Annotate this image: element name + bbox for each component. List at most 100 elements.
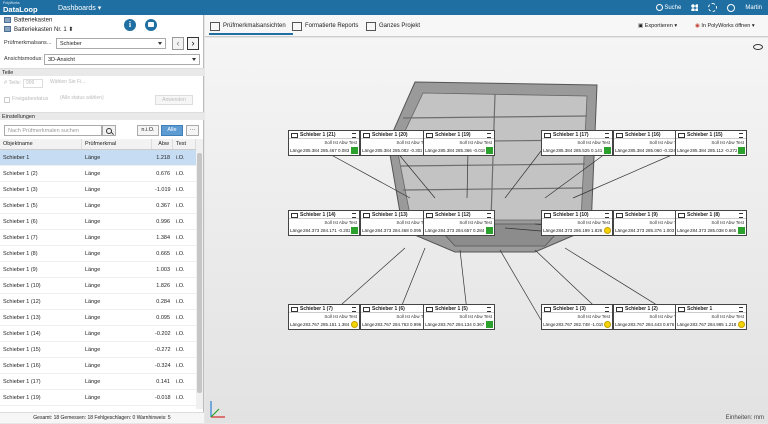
- measurement-callout[interactable]: Schieber 1 (21) Soll Ist Abw Test Länge 285…: [288, 130, 360, 156]
- user-name[interactable]: Martin: [745, 5, 762, 11]
- feature-view-select[interactable]: Schieber: [56, 38, 166, 49]
- release-status-checkbox[interactable]: [4, 97, 10, 103]
- callout-title: Schieber 1 (14): [289, 211, 359, 219]
- search-icon[interactable]: [102, 125, 116, 136]
- table-row[interactable]: Schieber 1 (10) Länge 1.826 i.O.: [0, 278, 196, 294]
- table-row[interactable]: Schieber 1 Länge 1.218 i.O.: [0, 150, 196, 166]
- cell-abw: -0.324: [155, 363, 171, 369]
- table-row[interactable]: Schieber 1 (5) Länge 0.367 i.O.: [0, 198, 196, 214]
- dashboards-menu[interactable]: Dashboards ▾: [58, 4, 101, 12]
- measurement-callout[interactable]: Schieber 1 (10) Soll Ist Abw Test Länge 284…: [541, 210, 613, 236]
- measurement-callout[interactable]: Schieber 1 (19) Soll Ist Abw Test Länge 285…: [423, 130, 495, 156]
- project-name-row: Batteriekasten: [4, 17, 52, 24]
- table-row[interactable]: Schieber 1 (7) Länge 1.384 i.O.: [0, 230, 196, 246]
- table-row[interactable]: Schieber 1 (8) Länge 0.665 i.O.: [0, 246, 196, 262]
- col-objektname[interactable]: Objektname: [0, 139, 82, 149]
- measurement-callout[interactable]: Schieber 1 (7) Soll Ist Abw Test Länge 283.…: [288, 304, 360, 330]
- apply-button[interactable]: Anwenden: [155, 95, 193, 105]
- measurement-callout[interactable]: Schieber 1 (13) Soll Ist Abw Test Länge 284…: [360, 210, 432, 236]
- teile-section-header[interactable]: Teile: [0, 68, 204, 76]
- callout-values: 284.373 284.171 -0.202: [303, 228, 350, 233]
- status-indicator-icon: [351, 147, 358, 154]
- cell-objektname: Schieber 1 (13): [3, 315, 41, 321]
- cell-objektname: Schieber 1 (2): [3, 171, 38, 177]
- callout-row-label: Länge: [362, 322, 375, 327]
- info-icon[interactable]: i: [124, 19, 136, 31]
- callout-column-header: Soll Ist Abw Test: [324, 140, 357, 145]
- parts-count-input[interactable]: 999: [23, 79, 43, 88]
- measurement-callout[interactable]: Schieber 1 (8) Soll Ist Abw Test Länge 284.…: [675, 210, 747, 236]
- callout-values: 284.373 285.376 1.003: [628, 228, 675, 233]
- table-row[interactable]: Schieber 1 (17) Länge 0.141 i.O.: [0, 374, 196, 390]
- 3d-viewport[interactable]: Schieber 1 (21) Soll Ist Abw Test Länge 285…: [205, 38, 768, 423]
- table-row[interactable]: Schieber 1 (16) Länge -0.324 i.O.: [0, 358, 196, 374]
- table-row[interactable]: Schieber 1 (12) Länge 0.284 i.O.: [0, 294, 196, 310]
- settings-section-header[interactable]: Einstellungen: [0, 112, 204, 120]
- col-pruefmerkmal[interactable]: Prüfmerkmal: [82, 139, 152, 149]
- table-row[interactable]: Schieber 1 (9) Länge 1.003 i.O.: [0, 262, 196, 278]
- status-select[interactable]: (Alle status wählen): [58, 95, 128, 104]
- table-row[interactable]: Schieber 1 (6) Länge 0.996 i.O.: [0, 214, 196, 230]
- measurement-callout[interactable]: Schieber 1 (5) Soll Ist Abw Test Länge 283.…: [423, 304, 495, 330]
- feature-view-icon: [210, 22, 220, 31]
- export-button[interactable]: ▣ Exportieren ▾: [638, 19, 677, 33]
- col-test[interactable]: Test: [173, 139, 196, 149]
- cell-objektname: Schieber 1 (12): [3, 299, 41, 305]
- callout-values: 283.767 284.985 1.218: [690, 322, 737, 327]
- user-icon[interactable]: [727, 3, 736, 12]
- tab-feature-views[interactable]: Prüfmerkmalsansichten: [209, 18, 293, 35]
- table-row[interactable]: Schieber 1 (3) Länge -1.019 i.O.: [0, 182, 196, 198]
- piece-select[interactable]: Batteriekasten Nr. 1 ⬍: [4, 26, 73, 33]
- callout-column-header: Soll Ist Abw Test: [711, 140, 744, 145]
- cell-test: i.O.: [176, 155, 185, 161]
- measurement-callout[interactable]: Schieber 1 Soll Ist Abw Test Länge 283.767 …: [675, 304, 747, 330]
- status-indicator-icon: [604, 147, 611, 154]
- table-row[interactable]: Schieber 1 (14) Länge -0.202 i.O.: [0, 326, 196, 342]
- chat-icon[interactable]: [145, 19, 157, 31]
- parts-count-label: # Teile:: [4, 80, 22, 86]
- filter-all-button[interactable]: Alle: [161, 125, 183, 136]
- callout-values: 283.767 284.763 0.996: [375, 322, 422, 327]
- measurement-callout[interactable]: Schieber 1 (3) Soll Ist Abw Test Länge 283.…: [541, 304, 613, 330]
- scrollbar-thumb[interactable]: [197, 153, 202, 393]
- measurement-callout[interactable]: Schieber 1 (15) Soll Ist Abw Test Länge 285…: [675, 130, 747, 156]
- table-scrollbar[interactable]: [196, 139, 203, 409]
- search-button[interactable]: Suche: [655, 3, 681, 11]
- view-mode-select[interactable]: 3D-Ansicht: [44, 54, 200, 65]
- col-abw[interactable]: Abw: [152, 139, 173, 149]
- callout-row-label: Länge: [425, 228, 438, 233]
- eye-icon[interactable]: [753, 44, 763, 50]
- more-options-button[interactable]: ···: [186, 125, 199, 136]
- measurement-callout[interactable]: Schieber 1 (6) Soll Ist Abw Test Länge 283.…: [360, 304, 432, 330]
- measurement-callout[interactable]: Schieber 1 (14) Soll Ist Abw Test Länge 284…: [288, 210, 360, 236]
- measurement-callout[interactable]: Schieber 1 (17) Soll Ist Abw Test Länge 285…: [541, 130, 613, 156]
- feature-search-input[interactable]: Nach Prüfmerkmalen suchen: [4, 125, 102, 136]
- filter-nio-button[interactable]: n.i.O.: [137, 125, 159, 136]
- share-icon[interactable]: [691, 4, 699, 11]
- callout-value-row: Länge 284.373 284.468 0.095: [361, 226, 431, 235]
- table-row[interactable]: Schieber 1 (13) Länge 0.095 i.O.: [0, 310, 196, 326]
- cell-abw: 0.367: [156, 203, 170, 209]
- callout-value-row: Länge 285.384 285.112 -0.272: [676, 146, 746, 155]
- callout-values: 285.384 285.525 0.141: [556, 148, 603, 153]
- cell-pruefmerkmal: Länge: [85, 219, 101, 225]
- gear-icon[interactable]: [708, 3, 718, 12]
- next-button[interactable]: ›: [187, 37, 199, 50]
- table-row[interactable]: Schieber 1 (19) Länge -0.018 i.O.: [0, 390, 196, 406]
- table-row[interactable]: Schieber 1 (15) Länge -0.272 i.O.: [0, 342, 196, 358]
- status-indicator-icon: [604, 227, 611, 234]
- callout-value-row: Länge 283.767 284.763 0.996: [361, 320, 431, 329]
- parts-filter-select[interactable]: Wählen Sie Fi...: [48, 79, 104, 88]
- cell-test: i.O.: [176, 283, 185, 289]
- previous-button[interactable]: ‹: [172, 37, 184, 50]
- table-row[interactable]: Schieber 1 (2) Länge 0.676 i.O.: [0, 166, 196, 182]
- cell-pruefmerkmal: Länge: [85, 363, 101, 369]
- status-indicator-icon: [604, 321, 611, 328]
- tab-formatted-reports[interactable]: Formatierte Reports: [291, 18, 361, 35]
- callout-values: 284.373 284.657 0.284: [438, 228, 485, 233]
- tab-whole-project[interactable]: Ganzes Projekt: [365, 18, 425, 35]
- dataloop-logo[interactable]: PolyWorks DataLoop: [0, 1, 54, 13]
- open-in-polyworks-button[interactable]: ◉ In PolyWorks öffnen ▾: [695, 19, 755, 33]
- measurement-callout[interactable]: Schieber 1 (12) Soll Ist Abw Test Länge 284…: [423, 210, 495, 236]
- measurement-callout[interactable]: Schieber 1 (20) Soll Ist Abw Test Länge 285…: [360, 130, 432, 156]
